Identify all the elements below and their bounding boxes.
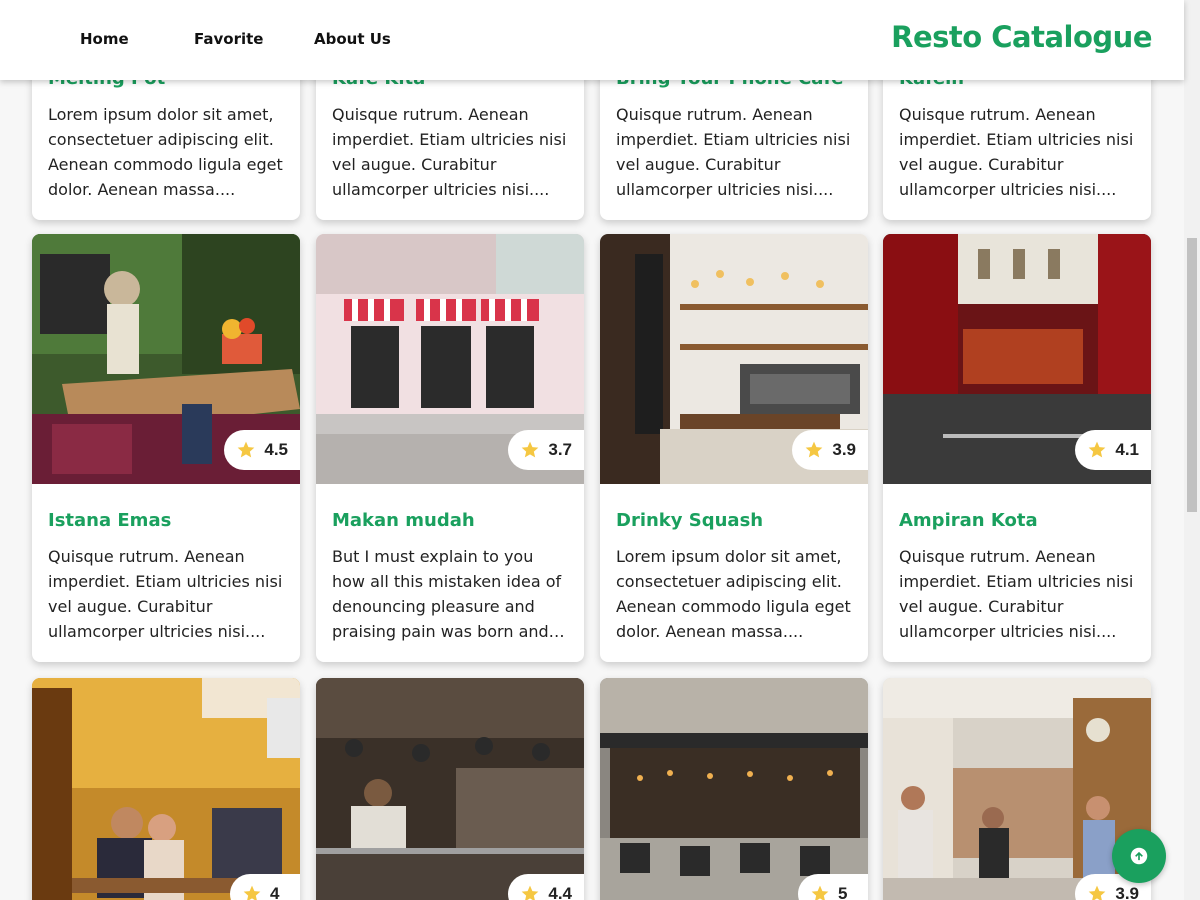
restaurant-name[interactable]: Drinky Squash [616,508,852,534]
scrollbar-thumb[interactable] [1187,238,1197,512]
star-icon [238,441,255,458]
restaurant-name[interactable]: Istana Emas [48,508,284,534]
rating-badge: 4.5 [224,430,300,470]
busy-deli-image [883,678,1151,900]
rating-value: 4.5 [264,440,288,459]
arrow-up-icon [1130,847,1148,865]
restaurant-card[interactable]: 4.4 [316,678,584,900]
nav-link-home[interactable]: Home [80,30,194,48]
restaurant-image: 4.4 [316,678,584,900]
nav-links: Home Favorite About Us [80,30,391,48]
rating-value: 3.9 [832,440,856,459]
restaurant-description: Lorem ipsum dolor sit amet, consectetuer… [48,105,283,199]
restaurant-image: 4 [32,678,300,900]
restaurant-image: 4.5 [32,234,300,484]
restaurant-card[interactable]: 3.7 Makan mudah But I must explain to yo… [316,234,584,662]
star-icon [1089,441,1106,458]
restaurant-description: Quisque rutrum. Aenean imperdiet. Etiam … [48,547,283,641]
nav-link-favorite[interactable]: Favorite [194,30,314,48]
rating-value: 4.4 [548,884,572,900]
restaurant-card[interactable]: 4.1 Ampiran Kota Quisque rutrum. Aenean … [883,234,1151,662]
restaurant-description: But I must explain to you how all this m… [332,547,562,641]
bakery-couple-image [32,678,300,900]
restaurant-description: Quisque rutrum. Aenean imperdiet. Etiam … [899,547,1134,641]
kitchen-chef-image [316,678,584,900]
rating-badge: 4.4 [508,874,584,900]
rating-value: 4 [270,884,280,900]
restaurant-name[interactable]: Ampiran Kota [899,508,1135,534]
restaurant-image: 3.7 [316,234,584,484]
restaurant-image: 5 [600,678,868,900]
restaurant-card[interactable]: 3.9 [883,678,1151,900]
street-cafe-image [600,678,868,900]
rating-badge: 5 [798,874,868,900]
rating-value: 3.7 [548,440,572,459]
restaurant-list: Melting Pot Lorem ipsum dolor sit amet, … [0,0,1184,900]
restaurant-description: Quisque rutrum. Aenean imperdiet. Etiam … [899,105,1134,199]
restaurant-card[interactable]: 4 [32,678,300,900]
rating-value: 4.1 [1115,440,1139,459]
restaurant-image: 3.9 [883,678,1151,900]
restaurant-card[interactable]: 3.9 Drinky Squash Lorem ipsum dolor sit … [600,234,868,662]
navbar: Home Favorite About Us Resto Catalogue [0,0,1184,80]
nav-link-about-us[interactable]: About Us [314,30,391,48]
restaurant-name[interactable]: Makan mudah [332,508,568,534]
restaurant-description: Quisque rutrum. Aenean imperdiet. Etiam … [332,105,567,199]
restaurant-card[interactable]: 4.5 Istana Emas Quisque rutrum. Aenean i… [32,234,300,662]
star-icon [522,885,539,900]
restaurant-description: Lorem ipsum dolor sit amet, consectetuer… [616,547,851,641]
scroll-to-top-button[interactable] [1112,829,1166,883]
restaurant-card[interactable]: 5 [600,678,868,900]
rating-badge: 3.7 [508,430,584,470]
page-scrollbar[interactable] [1184,0,1200,900]
rating-badge: 4 [230,874,300,900]
rating-value: 3.9 [1115,884,1139,900]
restaurant-image: 3.9 [600,234,868,484]
restaurant-description: Quisque rutrum. Aenean imperdiet. Etiam … [616,105,851,199]
star-icon [811,885,829,900]
star-icon [243,885,261,900]
star-icon [1089,885,1106,900]
brand-logo[interactable]: Resto Catalogue [891,20,1152,54]
rating-value: 5 [838,884,848,900]
restaurant-image: 4.1 [883,234,1151,484]
star-icon [806,441,823,458]
star-icon [522,441,539,458]
rating-badge: 3.9 [792,430,868,470]
rating-badge: 4.1 [1075,430,1151,470]
